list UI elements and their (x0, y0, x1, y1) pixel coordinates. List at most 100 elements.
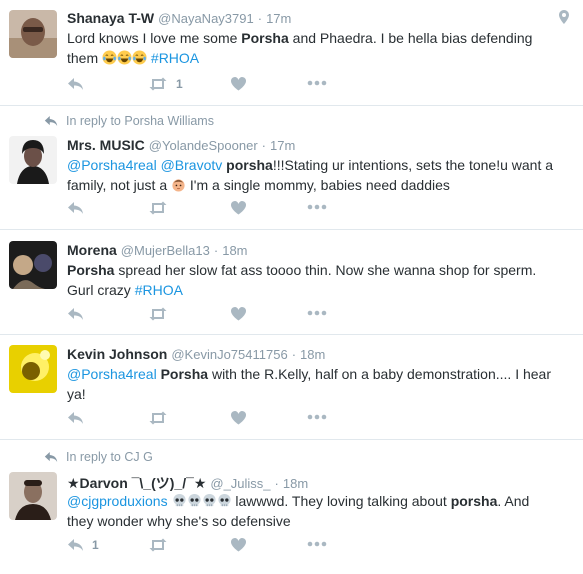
retweet-icon (149, 201, 167, 215)
heart-icon (231, 201, 246, 215)
user-handle[interactable]: @NayaNay3791 (158, 11, 254, 26)
display-name[interactable]: Morena (67, 242, 117, 258)
avatar[interactable] (9, 472, 57, 520)
like-button[interactable] (231, 538, 246, 552)
reply-button[interactable] (67, 201, 84, 215)
retweet-icon (149, 411, 167, 425)
retweet-button[interactable] (148, 201, 168, 215)
skull-emoji (172, 493, 186, 507)
reply-icon (68, 308, 83, 320)
separator-dot: · (261, 138, 267, 153)
user-handle[interactable]: @YolandeSpooner (149, 138, 258, 153)
tweet-actions: 1 (67, 538, 347, 554)
tweet-item[interactable]: Morena @MujerBella13 · 18m Porsha spread… (0, 230, 583, 335)
skull-emoji (217, 493, 231, 507)
tweet-item[interactable]: In reply to Porsha Williams Mrs. MUSIC @… (0, 106, 583, 230)
tweet-header: Kevin Johnson @KevinJo75411756 · 18m (67, 346, 573, 362)
tweet-item[interactable]: Kevin Johnson @KevinJo75411756 · 18m @Po… (0, 335, 583, 440)
reply-context[interactable]: In reply to Porsha Williams (44, 114, 214, 128)
timestamp[interactable]: 18m (283, 476, 308, 491)
tweet-feed: Shanaya T-W @NayaNay3791 · 17m Lord know… (0, 0, 583, 570)
retweet-button[interactable] (148, 538, 168, 552)
tweet-actions: 1 (67, 77, 347, 93)
avatar[interactable] (9, 10, 57, 58)
tweet-header: Morena @MujerBella13 · 18m (67, 242, 573, 258)
tweet-header: Shanaya T-W @NayaNay3791 · 17m (67, 10, 573, 26)
skull-emoji (187, 493, 201, 507)
tweet-header: ★Darvon ¯\_(ツ)_/¯★ @_Juliss_ · 18m (67, 473, 573, 493)
reply-icon (68, 539, 83, 551)
like-button[interactable] (231, 411, 246, 425)
hashtag-link[interactable]: #RHOA (151, 50, 199, 66)
tweet-header: Mrs. MUSIC @YolandeSpooner · 17m (67, 137, 573, 153)
keyword-highlight: Porsha (160, 366, 209, 382)
display-name[interactable]: Mrs. MUSIC (67, 137, 145, 153)
keyword-highlight: Porsha (241, 30, 289, 46)
reply-button[interactable] (67, 77, 84, 91)
avatar[interactable] (9, 136, 57, 184)
more-dots-icon (307, 310, 327, 316)
more-dots-icon (307, 541, 327, 547)
user-handle[interactable]: @_Juliss_ (210, 476, 270, 491)
display-name[interactable]: ★Darvon ¯\_(ツ)_/¯★ (67, 473, 206, 493)
reply-context[interactable]: In reply to CJ G (44, 450, 153, 464)
reply-button[interactable]: 1 (67, 538, 99, 552)
more-button[interactable] (307, 414, 327, 420)
tweet-item[interactable]: Shanaya T-W @NayaNay3791 · 17m Lord know… (0, 0, 583, 106)
hashtag-link[interactable]: #RHOA (135, 282, 183, 298)
mention-link[interactable]: @Porsha4real (67, 366, 157, 382)
user-handle[interactable]: @KevinJo75411756 (171, 347, 287, 362)
tweet-item[interactable]: In reply to CJ G ★Darvon ¯\_(ツ)_/¯★ @_Ju… (0, 440, 583, 570)
reply-icon (44, 452, 58, 462)
reply-icon (44, 116, 58, 126)
display-name[interactable]: Shanaya T-W (67, 10, 154, 26)
reply-button[interactable] (67, 307, 84, 321)
display-name[interactable]: Kevin Johnson (67, 346, 167, 362)
tears-of-joy-emoji (102, 49, 117, 65)
tweet-text: Porsha spread her slow fat ass toooo thi… (67, 262, 537, 298)
retweet-button[interactable] (148, 411, 168, 425)
timestamp[interactable]: 18m (300, 347, 325, 362)
like-button[interactable] (231, 307, 246, 321)
keyword-highlight: porsha (450, 493, 498, 509)
mention-link[interactable]: @cjgproduxions (67, 493, 168, 509)
more-button[interactable] (307, 541, 327, 547)
skull-emoji (202, 493, 216, 507)
retweet-count: 1 (176, 77, 183, 91)
retweet-button[interactable] (148, 307, 168, 321)
reply-button[interactable] (67, 411, 84, 425)
more-dots-icon (307, 80, 327, 86)
mention-link[interactable]: @Bravotv (161, 157, 223, 173)
retweet-icon (149, 538, 167, 552)
more-button[interactable] (307, 310, 327, 316)
like-button[interactable] (231, 77, 246, 91)
mention-link[interactable]: @Porsha4real (67, 157, 157, 173)
tweet-text: Lord knows I love me some Porsha and Pha… (67, 30, 533, 66)
tweet-text: @Porsha4real Porsha with the R.Kelly, ha… (67, 366, 551, 402)
retweet-icon (149, 77, 167, 91)
user-handle[interactable]: @MujerBella13 (121, 243, 210, 258)
avatar[interactable] (9, 241, 57, 289)
separator-dot: · (274, 476, 279, 491)
tweet-actions (67, 411, 347, 427)
baby-emoji (172, 178, 185, 192)
location-pin-icon[interactable] (559, 10, 569, 24)
reply-icon (68, 78, 83, 90)
like-button[interactable] (231, 201, 246, 215)
tweet-actions (67, 201, 347, 217)
tweet-text: @Porsha4real @Bravotv porsha!!!Stating u… (67, 157, 554, 193)
keyword-highlight: Porsha (67, 262, 115, 278)
avatar[interactable] (9, 345, 57, 393)
tears-of-joy-emoji (132, 49, 147, 65)
reply-count: 1 (92, 538, 99, 552)
timestamp[interactable]: 17m (270, 138, 295, 153)
reply-icon (68, 412, 83, 424)
retweet-button[interactable]: 1 (148, 77, 183, 91)
timestamp[interactable]: 17m (266, 11, 291, 26)
more-dots-icon (307, 204, 327, 210)
timestamp[interactable]: 18m (222, 243, 247, 258)
heart-icon (231, 307, 246, 321)
keyword-highlight: porsha (226, 157, 273, 173)
more-button[interactable] (307, 204, 327, 210)
more-button[interactable] (307, 80, 327, 86)
